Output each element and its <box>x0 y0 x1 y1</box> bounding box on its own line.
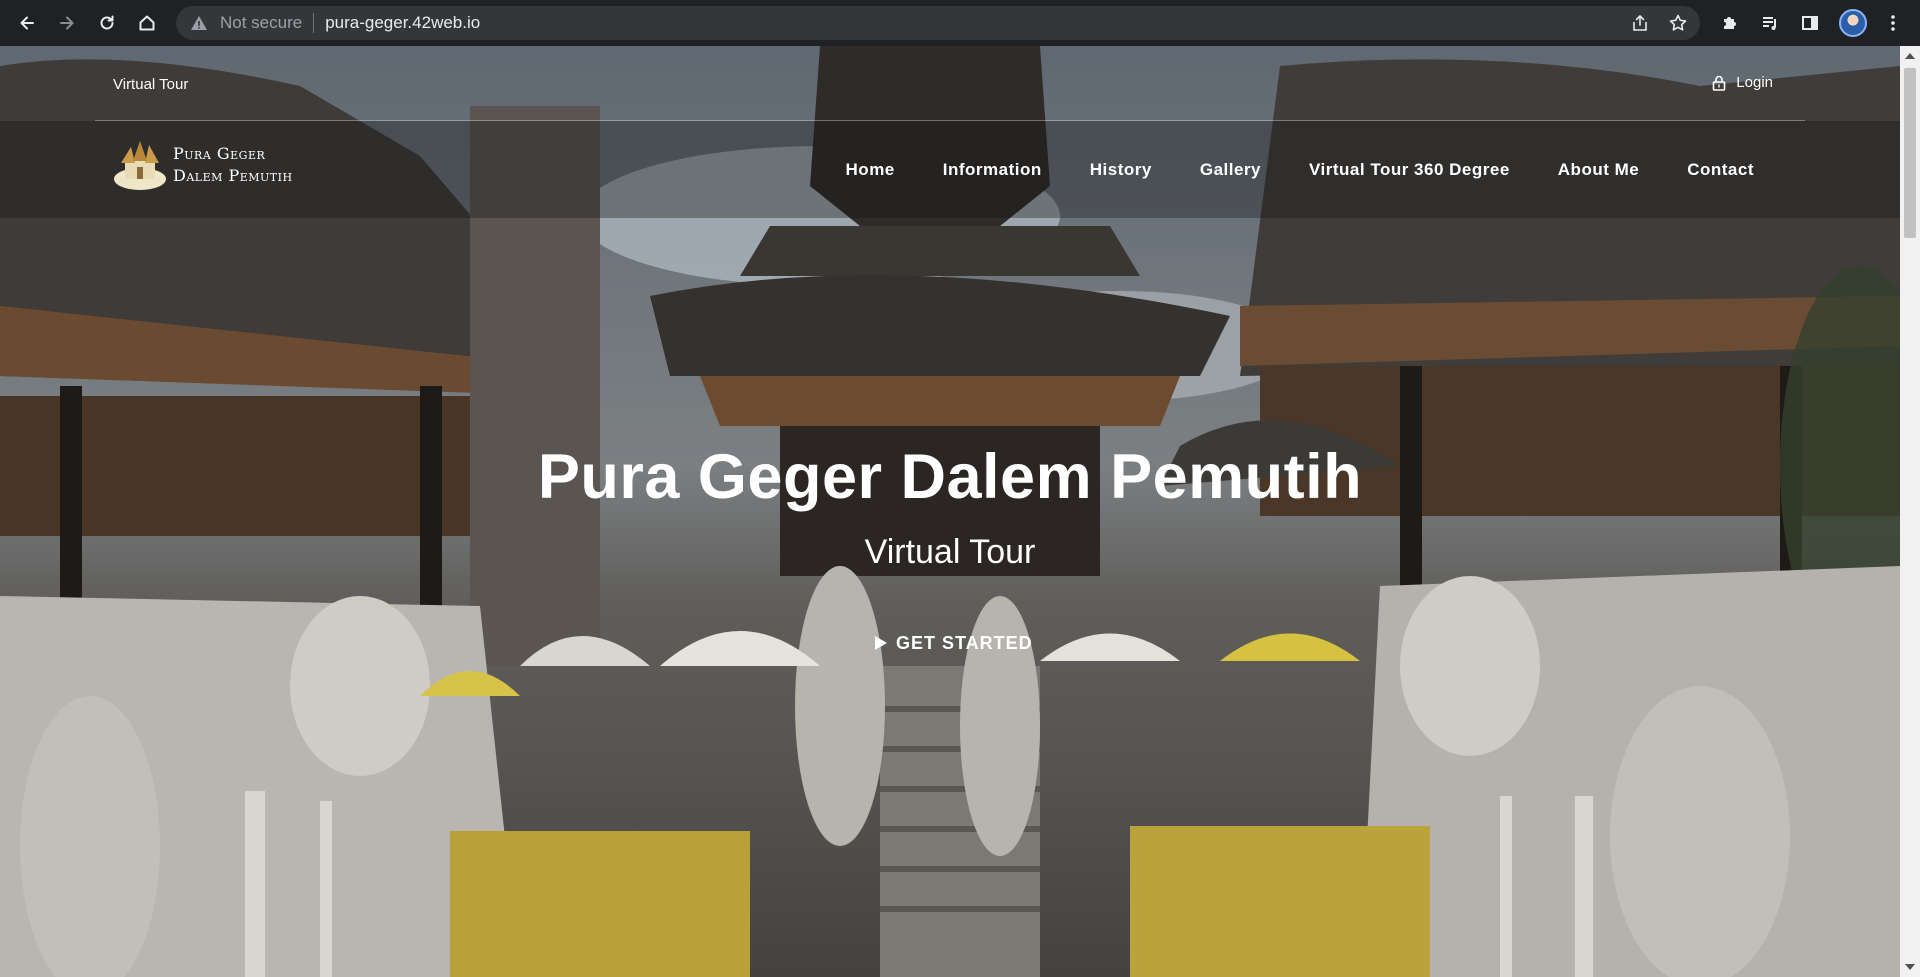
nav-home[interactable]: Home <box>822 121 919 218</box>
extensions-icon <box>1724 17 1736 29</box>
nav-contact[interactable]: Contact <box>1663 121 1778 218</box>
side-panel-icon <box>1802 16 1818 30</box>
page-viewport: Virtual Tour Login Pura Geger Dalem Pemu… <box>0 46 1900 977</box>
omnibox-separator <box>313 13 315 33</box>
back-button[interactable] <box>7 0 47 46</box>
logo-line-1: Pura Geger <box>173 144 266 163</box>
hero-subtitle: Virtual Tour <box>864 533 1036 571</box>
reload-icon <box>100 15 114 30</box>
nav-about-me[interactable]: About Me <box>1534 121 1663 218</box>
side-panel-button[interactable] <box>1800 0 1820 46</box>
reload-button[interactable] <box>87 0 127 46</box>
forward-icon <box>60 16 74 30</box>
profile-avatar[interactable] <box>1839 9 1867 37</box>
page-scrollbar[interactable] <box>1900 46 1920 977</box>
nav-virtual-tour-360[interactable]: Virtual Tour 360 Degree <box>1285 121 1534 218</box>
scroll-down-arrow-icon[interactable] <box>1905 964 1915 970</box>
nav-gallery[interactable]: Gallery <box>1176 121 1285 218</box>
home-icon <box>139 15 155 31</box>
back-icon <box>20 16 34 30</box>
logo-line-2: Dalem Pemutih <box>173 166 293 185</box>
url-text[interactable]: pura-geger.42web.io <box>325 13 480 33</box>
scrollbar-thumb[interactable] <box>1904 68 1916 238</box>
warning-icon <box>191 16 207 30</box>
media-icon <box>1763 17 1776 30</box>
nav-history[interactable]: History <box>1066 121 1176 218</box>
media-button[interactable] <box>1760 0 1780 46</box>
security-label[interactable]: Not secure <box>220 13 302 33</box>
extensions-button[interactable] <box>1720 0 1740 46</box>
nav-information[interactable]: Information <box>919 121 1066 218</box>
scroll-up-arrow-icon[interactable] <box>1905 53 1915 59</box>
nav-menu: Home Information History Gallery Virtual… <box>822 121 1778 218</box>
bookmark-star-icon[interactable] <box>1668 13 1688 33</box>
lock-icon <box>1712 75 1726 91</box>
browser-toolbar: Not secure pura-geger.42web.io <box>0 0 1920 46</box>
main-navbar: Pura Geger Dalem Pemutih Home Informatio… <box>0 121 1900 218</box>
topbar-site-label: Virtual Tour <box>113 76 189 93</box>
home-button[interactable] <box>127 0 167 46</box>
menu-kebab-icon <box>1891 15 1895 31</box>
forward-button[interactable] <box>47 0 87 46</box>
site-topbar: Virtual Tour Login <box>0 46 1900 120</box>
login-link[interactable]: Login <box>1712 74 1773 91</box>
temple-logo-icon <box>114 141 166 190</box>
login-label[interactable]: Login <box>1736 74 1773 91</box>
site-logo[interactable]: Pura Geger Dalem Pemutih <box>113 139 293 191</box>
hero-title: Pura Geger Dalem Pemutih <box>537 442 1363 512</box>
share-icon[interactable] <box>1630 13 1650 33</box>
get-started-button[interactable]: GET STARTED <box>874 628 1033 658</box>
get-started-label[interactable]: GET STARTED <box>896 633 1033 654</box>
browser-menu-button[interactable] <box>1883 0 1903 46</box>
play-icon <box>875 636 887 650</box>
address-bar[interactable]: Not secure pura-geger.42web.io <box>176 6 1700 40</box>
